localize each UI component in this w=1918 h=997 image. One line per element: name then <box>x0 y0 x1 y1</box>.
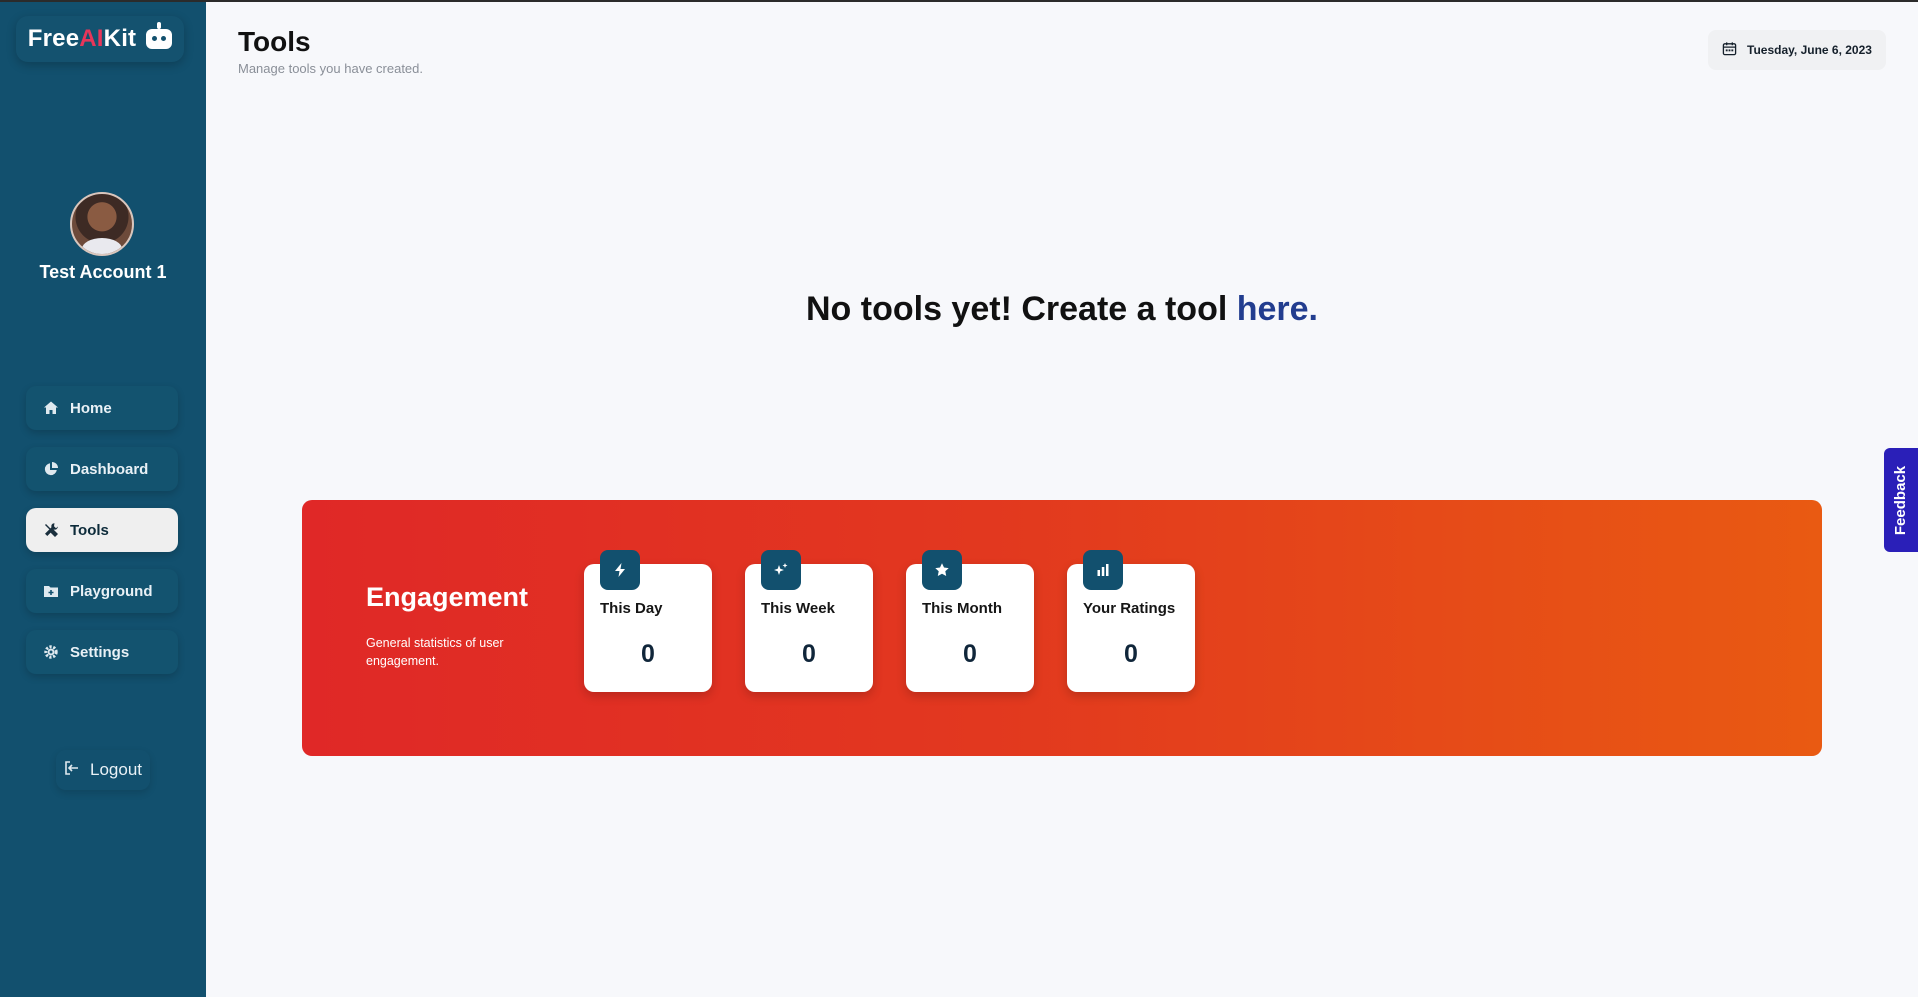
stat-value: 0 <box>1124 640 1138 668</box>
pie-chart-icon <box>42 460 60 478</box>
engagement-title: Engagement <box>366 582 529 612</box>
app-logo[interactable]: FreeAIKit <box>16 16 184 62</box>
folder-plus-icon <box>42 582 60 600</box>
empty-state-message: No tools yet! Create a tool here. <box>206 290 1918 329</box>
sidebar-item-label: Dashboard <box>70 460 149 478</box>
lightning-icon <box>600 550 640 590</box>
sidebar-item-settings[interactable]: Settings <box>26 630 178 674</box>
sidebar-item-home[interactable]: Home <box>26 386 178 430</box>
avatar <box>70 192 134 256</box>
stat-value: 0 <box>963 640 977 668</box>
stat-value: 0 <box>641 640 655 668</box>
stat-card-this-day: This Day 0 <box>584 550 712 692</box>
calendar-icon <box>1722 41 1737 59</box>
engagement-description: General statistics of user engagement. <box>366 636 504 668</box>
create-tool-link[interactable]: here. <box>1237 290 1318 328</box>
sidebar-item-label: Playground <box>70 582 153 600</box>
stat-label: This Week <box>761 600 835 617</box>
account-name: Test Account 1 <box>39 262 167 282</box>
sidebar-item-label: Settings <box>70 643 130 661</box>
top-border <box>0 0 1918 2</box>
sidebar-item-tools[interactable]: Tools <box>26 508 178 552</box>
feedback-label: Feedback <box>1892 465 1910 535</box>
page-title: Tools <box>238 26 311 57</box>
feedback-tab[interactable]: Feedback <box>1884 448 1918 552</box>
star-icon <box>922 550 962 590</box>
stat-card-this-week: This Week 0 <box>745 550 873 692</box>
tools-icon <box>42 521 60 539</box>
sidebar-item-dashboard[interactable]: Dashboard <box>26 447 178 491</box>
stat-label: This Month <box>922 600 1002 617</box>
bar-chart-icon <box>1083 550 1123 590</box>
sparkle-icon <box>761 550 801 590</box>
page-subtitle: Manage tools you have created. <box>238 61 424 76</box>
sidebar-item-label: Tools <box>70 521 109 539</box>
sidebar: FreeAIKit Test Account 1 Home Dashboard … <box>0 0 206 997</box>
logout-button[interactable]: Logout <box>56 750 150 790</box>
stat-value: 0 <box>802 640 816 668</box>
home-icon <box>42 399 60 417</box>
logout-icon <box>62 758 82 783</box>
stat-label: This Day <box>600 600 663 617</box>
date-text: Tuesday, June 6, 2023 <box>1747 43 1872 57</box>
sidebar-item-playground[interactable]: Playground <box>26 569 178 613</box>
stat-card-your-ratings: Your Ratings 0 <box>1067 550 1195 692</box>
logout-label: Logout <box>90 760 142 779</box>
empty-state-text: No tools yet! Create a tool <box>806 290 1237 328</box>
logo-text: FreeAIKit <box>27 25 137 52</box>
date-badge: Tuesday, June 6, 2023 <box>1708 30 1886 70</box>
stat-label: Your Ratings <box>1083 600 1176 617</box>
sidebar-item-label: Home <box>70 399 112 417</box>
engagement-panel: Engagement General statistics of user en… <box>302 500 1822 756</box>
gear-icon <box>42 643 60 661</box>
stat-card-this-month: This Month 0 <box>906 550 1034 692</box>
robot-icon <box>146 22 173 49</box>
